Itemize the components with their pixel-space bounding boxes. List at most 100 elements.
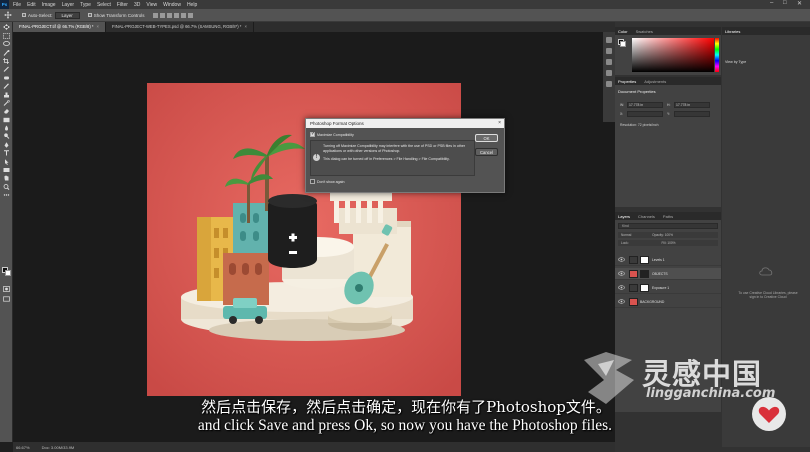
pen-tool-icon[interactable] bbox=[2, 142, 11, 148]
close-tab-icon[interactable]: × bbox=[244, 24, 246, 29]
crop-tool-icon[interactable] bbox=[2, 57, 11, 64]
color-foreground-swatch[interactable] bbox=[620, 41, 626, 47]
tab-swatches[interactable]: Swatches bbox=[636, 29, 653, 34]
dialog-close-icon[interactable]: × bbox=[498, 119, 501, 128]
auto-select-checkbox[interactable] bbox=[22, 13, 26, 17]
minimize-icon[interactable]: – bbox=[770, 0, 773, 6]
tab-adjustments[interactable]: Adjustments bbox=[644, 79, 666, 84]
tab-channels[interactable]: Channels bbox=[638, 214, 655, 219]
auto-select-dropdown[interactable]: Layer bbox=[54, 11, 80, 19]
layer-objects[interactable]: OBJECTS bbox=[615, 268, 721, 280]
maximize-icon[interactable]: □ bbox=[783, 0, 787, 6]
clone-stamp-tool-icon[interactable] bbox=[2, 92, 11, 98]
hue-slider[interactable] bbox=[715, 38, 719, 72]
eraser-tool-icon[interactable] bbox=[2, 108, 11, 114]
tab-properties[interactable]: Properties bbox=[618, 79, 636, 84]
move-tool-icon[interactable] bbox=[4, 11, 14, 19]
lock-row[interactable]: Lock: Fill: 100% bbox=[618, 240, 718, 246]
fill-field[interactable]: Fill: 100% bbox=[662, 241, 676, 245]
align-middle-icon[interactable] bbox=[180, 12, 186, 18]
menu-view[interactable]: View bbox=[146, 2, 157, 8]
eyedropper-tool-icon[interactable] bbox=[2, 66, 11, 73]
background-color-swatch[interactable] bbox=[5, 270, 11, 276]
cancel-button[interactable]: Cancel bbox=[475, 148, 498, 156]
visibility-eye-icon[interactable] bbox=[618, 285, 625, 290]
view-by-type-dropdown[interactable]: View by Type bbox=[725, 60, 746, 64]
layer-thumb bbox=[629, 269, 638, 278]
brush-tool-icon[interactable] bbox=[2, 83, 11, 90]
menu-3d[interactable]: 3D bbox=[134, 2, 140, 8]
menu-image[interactable]: Image bbox=[42, 2, 56, 8]
subtitle-english: and click Save and press Ok, so now you … bbox=[197, 417, 613, 434]
close-window-icon[interactable]: ✕ bbox=[797, 0, 802, 7]
zoom-level[interactable]: 66.67% bbox=[16, 445, 30, 450]
lasso-tool-icon[interactable] bbox=[2, 41, 11, 47]
close-tab-icon[interactable]: × bbox=[97, 24, 99, 29]
y-field[interactable] bbox=[674, 111, 710, 117]
layer-levels-1[interactable]: Levels 1 bbox=[615, 254, 721, 266]
history-brush-tool-icon[interactable] bbox=[2, 100, 11, 106]
dont-show-again-option[interactable]: Don't show again bbox=[310, 179, 475, 184]
menu-file[interactable]: File bbox=[13, 2, 21, 8]
layers-panel-header: Layers Channels Paths bbox=[615, 212, 721, 220]
color-picker-field[interactable] bbox=[632, 38, 714, 72]
gradient-tool-icon[interactable] bbox=[2, 117, 11, 123]
healing-brush-tool-icon[interactable] bbox=[2, 75, 11, 81]
auto-select-option[interactable]: Auto-Select: Layer bbox=[22, 11, 80, 19]
blend-mode-row[interactable]: Normal Opacity: 100% bbox=[618, 232, 718, 238]
menu-filter[interactable]: Filter bbox=[117, 2, 128, 8]
menu-window[interactable]: Window bbox=[163, 2, 181, 8]
type-tool-icon[interactable] bbox=[2, 150, 11, 156]
layer-filter-dropdown[interactable]: Kind bbox=[618, 223, 718, 229]
menu-select[interactable]: Select bbox=[97, 2, 111, 8]
opacity-field[interactable]: Opacity: 100% bbox=[652, 233, 673, 237]
maximize-compatibility-option[interactable]: Maximize Compatibility bbox=[310, 131, 475, 137]
align-buttons[interactable] bbox=[152, 12, 195, 18]
dont-show-again-checkbox[interactable] bbox=[310, 179, 315, 184]
move-tool-icon[interactable] bbox=[2, 24, 11, 31]
visibility-eye-icon[interactable] bbox=[618, 257, 625, 262]
ok-button[interactable]: OK bbox=[475, 134, 498, 142]
screen-mode-icon[interactable] bbox=[2, 296, 11, 302]
quick-mask-icon[interactable] bbox=[2, 286, 11, 293]
tab-final-project-web-types[interactable]: FINAL-PROJECT-WEB-TYPES.psd @ 66.7% (SAM… bbox=[106, 22, 254, 32]
tab-layers[interactable]: Layers bbox=[618, 214, 630, 219]
maximize-compatibility-checkbox[interactable] bbox=[310, 131, 315, 137]
show-transform-option[interactable]: Show Transform Controls bbox=[87, 13, 145, 18]
tab-libraries[interactable]: Libraries bbox=[725, 29, 740, 34]
dodge-tool-icon[interactable] bbox=[2, 133, 11, 140]
menu-edit[interactable]: Edit bbox=[27, 2, 36, 8]
hand-tool-icon[interactable] bbox=[2, 175, 11, 181]
layer-exposure-1[interactable]: Exposure 1 bbox=[615, 282, 721, 294]
tab-paths[interactable]: Paths bbox=[663, 214, 673, 219]
blend-mode-dropdown[interactable]: Normal bbox=[621, 233, 631, 237]
history-panel-icon[interactable] bbox=[606, 37, 612, 43]
x-field[interactable] bbox=[627, 111, 663, 117]
rectangle-tool-icon[interactable] bbox=[2, 167, 11, 173]
options-bar: Auto-Select: Layer Show Transform Contro… bbox=[0, 9, 810, 22]
blur-tool-icon[interactable] bbox=[2, 125, 11, 131]
menu-help[interactable]: Help bbox=[187, 2, 197, 8]
path-selection-tool-icon[interactable] bbox=[2, 158, 11, 165]
align-right-icon[interactable] bbox=[166, 12, 172, 18]
align-center-icon[interactable] bbox=[159, 12, 165, 18]
paragraph-panel-icon[interactable] bbox=[606, 70, 612, 76]
character-panel-icon[interactable] bbox=[606, 59, 612, 65]
align-top-icon[interactable] bbox=[173, 12, 179, 18]
align-left-icon[interactable] bbox=[152, 12, 158, 18]
tab-color[interactable]: Color bbox=[618, 29, 628, 34]
visibility-eye-icon[interactable] bbox=[618, 271, 625, 276]
align-bottom-icon[interactable] bbox=[187, 12, 193, 18]
show-transform-checkbox[interactable] bbox=[87, 13, 92, 17]
quick-select-tool-icon[interactable] bbox=[2, 49, 11, 56]
marquee-tool-icon[interactable] bbox=[2, 32, 11, 39]
zoom-tool-icon[interactable] bbox=[2, 183, 11, 190]
menu-type[interactable]: Type bbox=[80, 2, 91, 8]
tab-final-project[interactable]: FINAL-PROJECT.tif @ 66.7% (RGB/8) * × bbox=[13, 22, 106, 32]
more-tools-icon[interactable] bbox=[2, 192, 11, 198]
menu-layer[interactable]: Layer bbox=[62, 2, 75, 8]
navigator-panel-icon[interactable] bbox=[606, 81, 612, 87]
brush-settings-icon[interactable] bbox=[606, 48, 612, 54]
layer-background[interactable]: BACKGROUND bbox=[615, 296, 721, 308]
visibility-eye-icon[interactable] bbox=[618, 299, 625, 304]
